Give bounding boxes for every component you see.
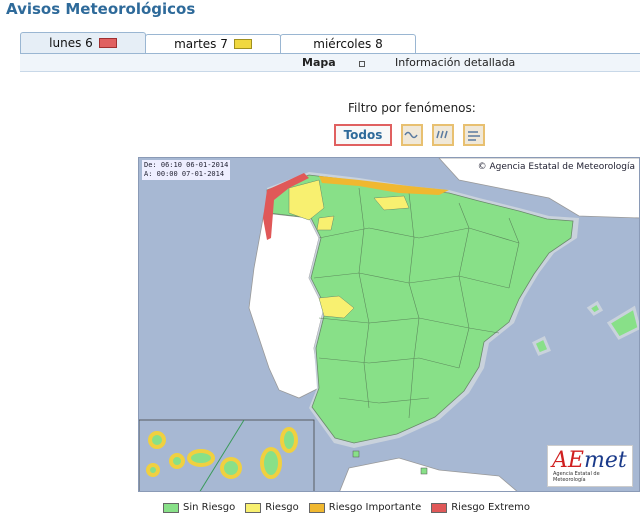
tab-lunes[interactable]: lunes 6 [20,32,146,53]
legend-item-extreme: Riesgo Extremo [431,502,530,513]
tab-martes[interactable]: martes 7 [145,34,281,53]
legend-label: Riesgo Importante [328,502,422,513]
logo-text-b: met [583,448,627,473]
aemet-logo: AEmet Agencia Estatal de Meteorología [547,445,633,487]
coast-waves-icon [404,131,418,139]
warnings-map[interactable]: De: 06:10 06-01-2014 A: 00:00 07-01-2014… [138,157,640,492]
filter-label: Filtro por fenómenos: [348,101,476,115]
legend-swatch [245,502,262,513]
tab-miercoles[interactable]: miércoles 8 [280,34,416,53]
legend-label: Sin Riesgo [183,502,236,513]
legend-label: Riesgo [265,502,299,513]
legend-item-important: Riesgo Importante [308,502,422,513]
rain-filter-button[interactable] [432,124,454,146]
risk-swatch [98,38,117,48]
logo-text-a: AE [552,448,584,473]
legend-swatch [308,502,325,513]
validity-period: De: 06:10 06-01-2014 A: 00:00 07-01-2014 [142,160,231,180]
copyright-notice: © Agencia Estatal de Meteorología [477,162,635,172]
map-view-link[interactable]: Mapa [302,56,336,69]
rain-icon [436,130,448,139]
legend-swatch [163,502,179,513]
coast-waves-filter-button[interactable] [401,124,423,146]
risk-swatch [233,39,252,49]
wind-filter-button[interactable] [463,124,485,146]
wind-icon [468,131,480,141]
valid-from: De: 06:10 06-01-2014 [144,161,229,169]
tab-label: miércoles 8 [313,37,383,51]
tab-label: lunes 6 [49,36,93,50]
separator-bullet-icon [359,61,365,67]
detailed-info-link[interactable]: Información detallada [395,56,515,69]
page-title: Avisos Meteorológicos [6,0,196,18]
filter-all-button[interactable]: Todos [334,124,392,146]
legend-swatch [431,502,448,513]
logo-subtitle: Agencia Estatal de Meteorología [553,471,600,483]
tab-label: martes 7 [174,37,228,51]
legend-item-risk: Riesgo [245,502,299,513]
day-tabs: lunes 6 martes 7 miércoles 8 [20,32,416,53]
legend-label: Riesgo Extremo [451,502,531,513]
risk-legend: Sin Riesgo Riesgo Riesgo Importante Ries… [163,502,530,513]
legend-item-no-risk: Sin Riesgo [163,502,235,513]
valid-to: A: 00:00 07-01-2014 [144,170,225,178]
spain-map [139,158,639,491]
